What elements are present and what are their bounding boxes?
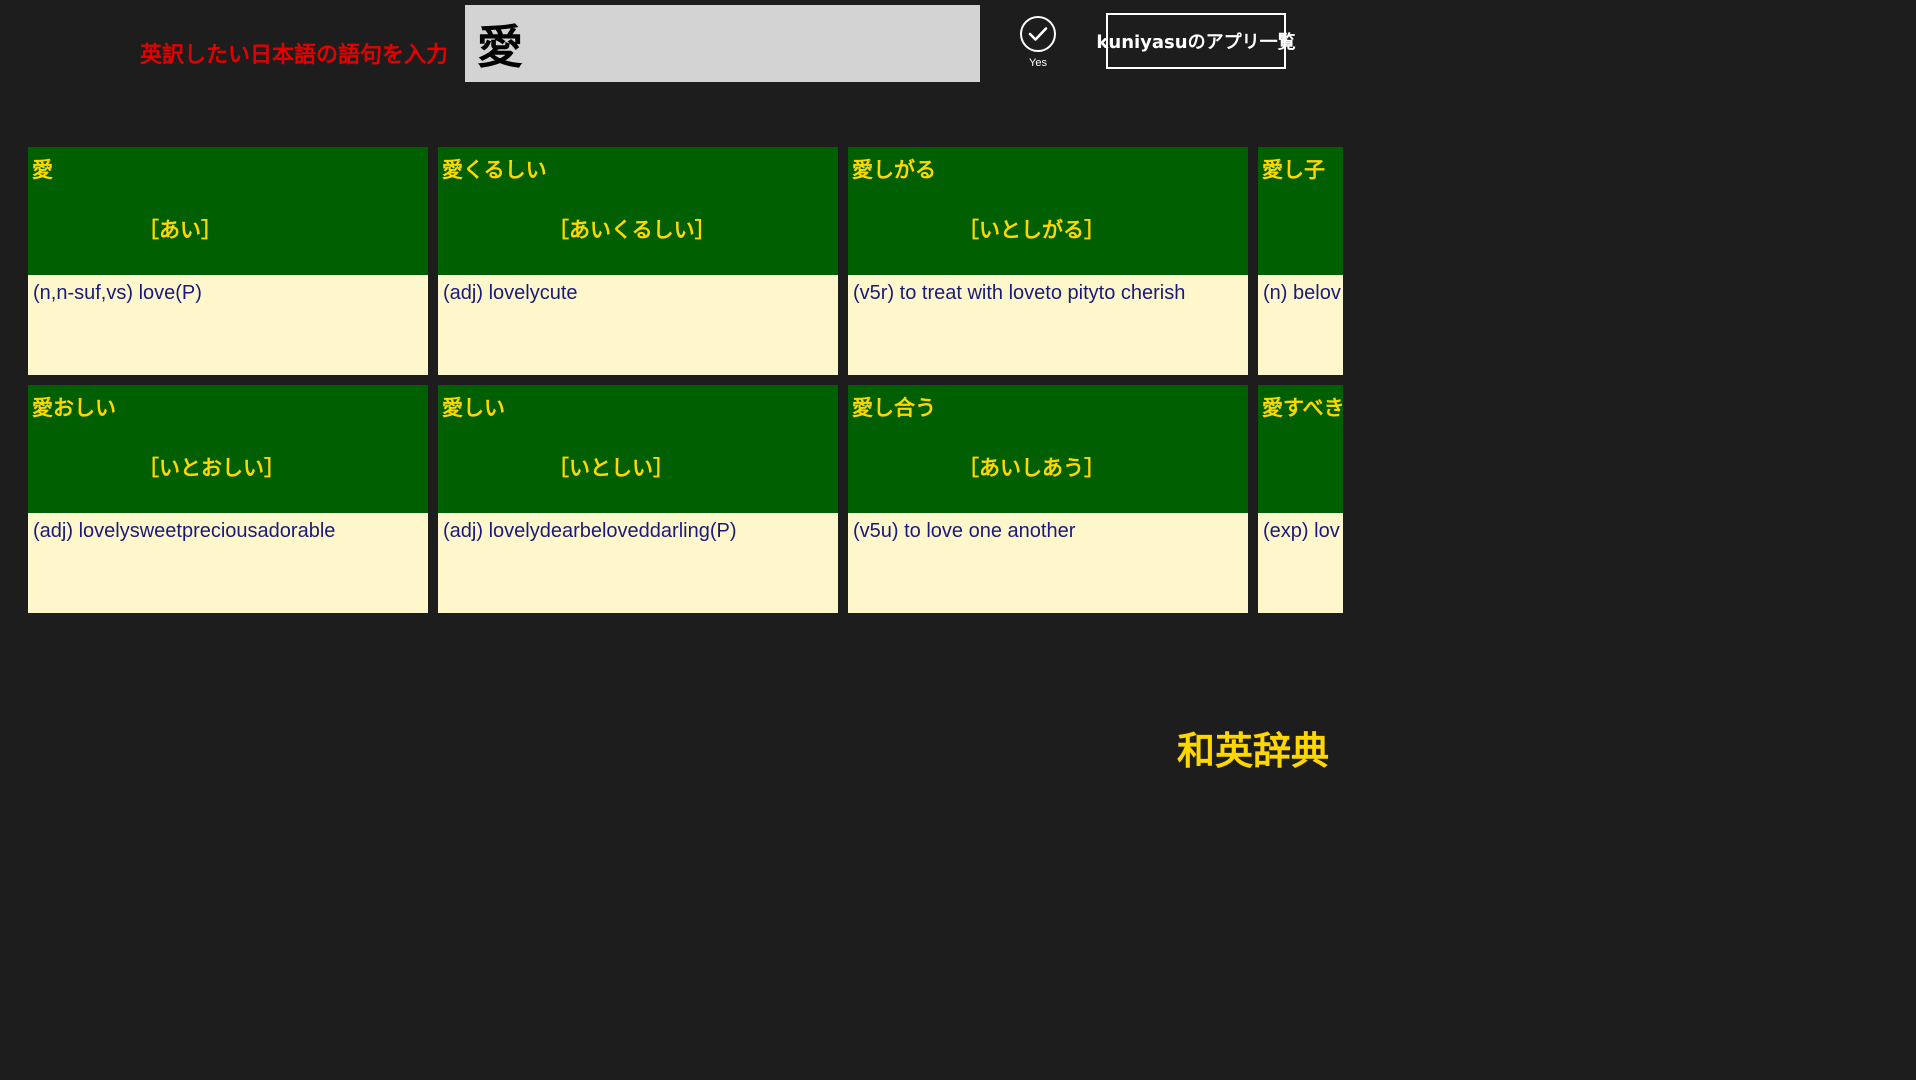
entry-word: 愛おしい: [32, 396, 116, 420]
entry-card-header: 愛し合う ［あいしあう］: [848, 385, 1248, 513]
check-circle-icon: [1020, 16, 1056, 52]
entry-definition: (n) belov: [1258, 275, 1343, 375]
entry-definition: (adj) lovelysweetpreciousadorable: [28, 513, 428, 613]
entry-card-header: 愛しがる ［いとしがる］: [848, 147, 1248, 275]
entry-reading: ［あいくるしい］: [548, 218, 716, 242]
app-root: 英訳したい日本語の語句を入力 Yes kuniyasuのアプリ一覧 愛 ［あい］…: [0, 0, 1916, 1080]
entry-word: 愛しがる: [852, 158, 936, 182]
entry-card-header: 愛すべき: [1258, 385, 1343, 513]
entry-card-header: 愛しい ［いとしい］: [438, 385, 838, 513]
entry-card[interactable]: 愛し合う ［あいしあう］ (v5u) to love one another: [848, 385, 1248, 613]
entry-definition: (v5u) to love one another: [848, 513, 1248, 613]
app-list-button[interactable]: kuniyasuのアプリ一覧: [1096, 13, 1296, 69]
entry-card[interactable]: 愛くるしい ［あいくるしい］ (adj) lovelycute: [438, 147, 838, 375]
entry-word: 愛すべき: [1262, 396, 1343, 420]
results-grid-viewport[interactable]: 愛 ［あい］ (n,n-suf,vs) love(P) 愛くるしい ［あいくるし…: [28, 147, 1343, 614]
entry-card[interactable]: 愛すべき (exp) lov: [1258, 385, 1343, 613]
entry-word: 愛し子: [1262, 158, 1325, 182]
entry-word: 愛くるしい: [442, 158, 547, 182]
entry-card-header: 愛し子: [1258, 147, 1343, 275]
search-input[interactable]: [465, 5, 980, 82]
entry-card[interactable]: 愛 ［あい］ (n,n-suf,vs) love(P): [28, 147, 428, 375]
app-title: 和英辞典: [1177, 729, 1330, 773]
entry-reading: ［いとしい］: [548, 456, 674, 480]
entry-card[interactable]: 愛しい ［いとしい］ (adj) lovelydearbeloveddarlin…: [438, 385, 838, 613]
entry-word: 愛しい: [442, 396, 505, 420]
entry-word: 愛: [32, 158, 53, 182]
entry-card-header: 愛くるしい ［あいくるしい］: [438, 147, 838, 275]
entry-card[interactable]: 愛おしい ［いとおしい］ (adj) lovelysweetpreciousad…: [28, 385, 428, 613]
results-grid: 愛 ［あい］ (n,n-suf,vs) love(P) 愛くるしい ［あいくるし…: [28, 147, 1343, 613]
yes-label: Yes: [1029, 57, 1047, 69]
entry-definition: (adj) lovelydearbeloveddarling(P): [438, 513, 838, 613]
search-prompt-label: 英訳したい日本語の語句を入力: [140, 43, 449, 68]
entry-card[interactable]: 愛し子 (n) belov: [1258, 147, 1343, 375]
checkmark-icon: [1028, 27, 1048, 41]
entry-definition: (n,n-suf,vs) love(P): [28, 275, 428, 375]
entry-reading: ［いとおしい］: [138, 456, 285, 480]
entry-card-header: 愛 ［あい］: [28, 147, 428, 275]
entry-reading: ［あいしあう］: [958, 456, 1105, 480]
entry-word: 愛し合う: [852, 396, 936, 420]
yes-button[interactable]: Yes: [1015, 16, 1061, 78]
entry-definition: (v5r) to treat with loveto pityto cheris…: [848, 275, 1248, 375]
entry-card-header: 愛おしい ［いとおしい］: [28, 385, 428, 513]
entry-card[interactable]: 愛しがる ［いとしがる］ (v5r) to treat with loveto …: [848, 147, 1248, 375]
entry-definition: (exp) lov: [1258, 513, 1343, 613]
entry-definition: (adj) lovelycute: [438, 275, 838, 375]
entry-reading: ［いとしがる］: [958, 218, 1105, 242]
entry-reading: ［あい］: [138, 218, 222, 242]
